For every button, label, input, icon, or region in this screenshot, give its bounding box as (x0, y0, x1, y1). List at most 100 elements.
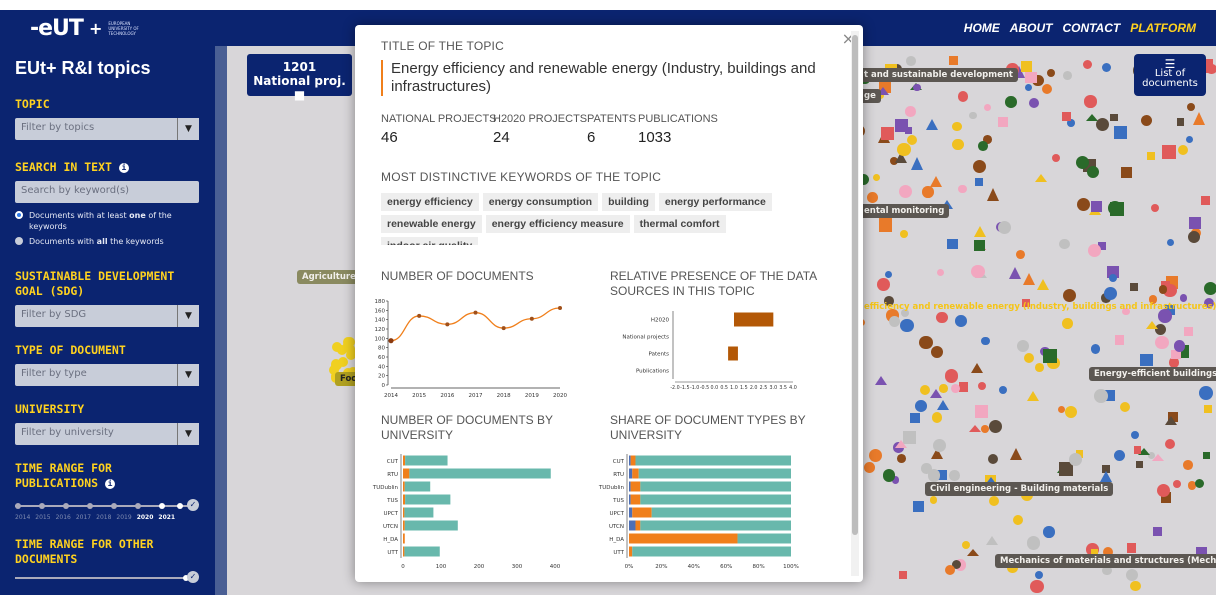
map-point[interactable] (899, 230, 908, 239)
map-point[interactable] (1165, 416, 1178, 426)
radio-selected-icon[interactable] (15, 211, 23, 219)
map-point[interactable] (910, 413, 920, 423)
map-point[interactable] (947, 238, 958, 250)
map-point[interactable] (1193, 111, 1206, 125)
scrollbar-thumb[interactable] (852, 35, 858, 535)
map-point[interactable] (1090, 344, 1101, 354)
map-point[interactable] (1046, 68, 1056, 78)
map-point[interactable] (1199, 385, 1213, 400)
map-point[interactable] (912, 501, 924, 512)
radio-unselected-icon[interactable] (15, 237, 23, 245)
nav-platform[interactable]: PLATFORM (1130, 21, 1196, 35)
map-point[interactable] (1174, 340, 1186, 352)
map-point[interactable] (1012, 514, 1023, 525)
map-point[interactable] (906, 56, 917, 67)
map-point[interactable] (1016, 249, 1026, 259)
map-point[interactable] (1099, 471, 1112, 482)
map-topic-label[interactable]: Mechanics of materials and structures (M… (995, 554, 1216, 568)
map-point[interactable] (1059, 238, 1070, 249)
map-point[interactable] (997, 220, 1012, 235)
map-point[interactable] (981, 336, 990, 346)
map-point[interactable] (958, 184, 967, 194)
map-point[interactable] (1008, 267, 1021, 280)
map-point[interactable] (868, 449, 883, 463)
map-point[interactable] (1194, 479, 1204, 489)
map-point[interactable] (1114, 125, 1128, 139)
check-icon[interactable]: ✓ (187, 499, 199, 511)
map-point[interactable] (1030, 579, 1044, 594)
map-point[interactable] (1051, 154, 1060, 163)
map-point[interactable] (1130, 581, 1141, 592)
publications-year-slider[interactable]: ✓ (15, 499, 199, 513)
map-point[interactable] (929, 175, 942, 187)
map-point[interactable] (1063, 70, 1073, 80)
map-point[interactable] (1075, 155, 1089, 170)
sidebar-scrollbar[interactable] (215, 46, 227, 595)
keyword-search-input[interactable]: Search by keyword(s) (15, 181, 199, 203)
map-point[interactable] (888, 315, 900, 327)
map-point[interactable] (986, 536, 999, 546)
map-topic-label-highlighted[interactable]: efficiency and renewable energy (Industr… (859, 300, 1216, 314)
map-point[interactable] (983, 103, 991, 111)
map-point[interactable] (1026, 536, 1041, 551)
map-point[interactable] (1185, 135, 1193, 143)
map-point[interactable] (877, 277, 891, 291)
map-point[interactable] (981, 425, 990, 433)
map-point[interactable] (1178, 144, 1189, 155)
slider-handle[interactable] (159, 503, 165, 509)
map-point[interactable] (1155, 335, 1169, 350)
map-point[interactable] (872, 173, 880, 181)
map-point[interactable] (1101, 63, 1111, 73)
map-point[interactable] (1016, 339, 1029, 352)
map-point[interactable] (986, 188, 999, 202)
map-topic-label[interactable]: t and sustainable development (859, 68, 1018, 82)
map-point[interactable] (929, 496, 938, 504)
topic-select[interactable]: Filter by topics ▼ (15, 118, 199, 140)
map-point[interactable] (949, 56, 959, 66)
map-point[interactable] (969, 111, 977, 119)
map-point[interactable] (1133, 445, 1142, 454)
map-point[interactable] (1120, 401, 1131, 413)
info-icon[interactable]: i (105, 478, 116, 489)
map-point[interactable] (1201, 196, 1211, 206)
map-point[interactable] (1037, 279, 1050, 291)
map-point[interactable] (989, 496, 1000, 506)
map-point[interactable] (1110, 113, 1118, 122)
map-point[interactable] (1203, 282, 1216, 296)
radio-all-keywords[interactable]: Documents with all the keywords (15, 236, 200, 247)
map-point[interactable] (899, 571, 907, 579)
national-projects-count[interactable]: 1201 National proj. ■ (247, 54, 352, 102)
map-point[interactable] (998, 385, 1008, 395)
map-point[interactable] (1023, 353, 1034, 364)
map-point[interactable] (1183, 460, 1193, 471)
map-point[interactable] (973, 159, 987, 174)
map-point[interactable] (1042, 349, 1057, 364)
map-point[interactable] (952, 121, 963, 132)
map-point[interactable] (880, 126, 894, 140)
chevron-down-icon[interactable]: ▼ (177, 305, 199, 327)
map-point[interactable] (973, 239, 985, 252)
map-point[interactable] (949, 470, 960, 481)
map-point[interactable] (1062, 111, 1072, 121)
map-point[interactable] (1035, 571, 1044, 580)
eut-logo[interactable]: -eUT + EUROPEAN UNIVERSITY OF TECHNOLOGY (30, 10, 148, 46)
map-point[interactable] (997, 116, 1008, 127)
map-point[interactable] (1140, 114, 1153, 127)
university-select[interactable]: Filter by university ▼ (15, 423, 199, 445)
nav-home[interactable]: HOME (964, 21, 1000, 35)
map-point[interactable] (951, 384, 961, 394)
map-point[interactable] (1166, 238, 1175, 246)
map-point[interactable] (936, 400, 949, 411)
map-point[interactable] (915, 399, 928, 412)
map-point[interactable] (944, 565, 956, 576)
map-point[interactable] (912, 83, 921, 92)
map-point[interactable] (898, 184, 912, 198)
map-point[interactable] (1091, 200, 1103, 212)
map-point[interactable] (900, 318, 914, 333)
map-point[interactable] (884, 270, 892, 278)
map-point[interactable] (867, 192, 879, 203)
map-point[interactable] (1062, 318, 1074, 329)
map-point[interactable] (1125, 569, 1138, 582)
map-point[interactable] (974, 404, 989, 419)
map-point[interactable] (970, 363, 983, 374)
